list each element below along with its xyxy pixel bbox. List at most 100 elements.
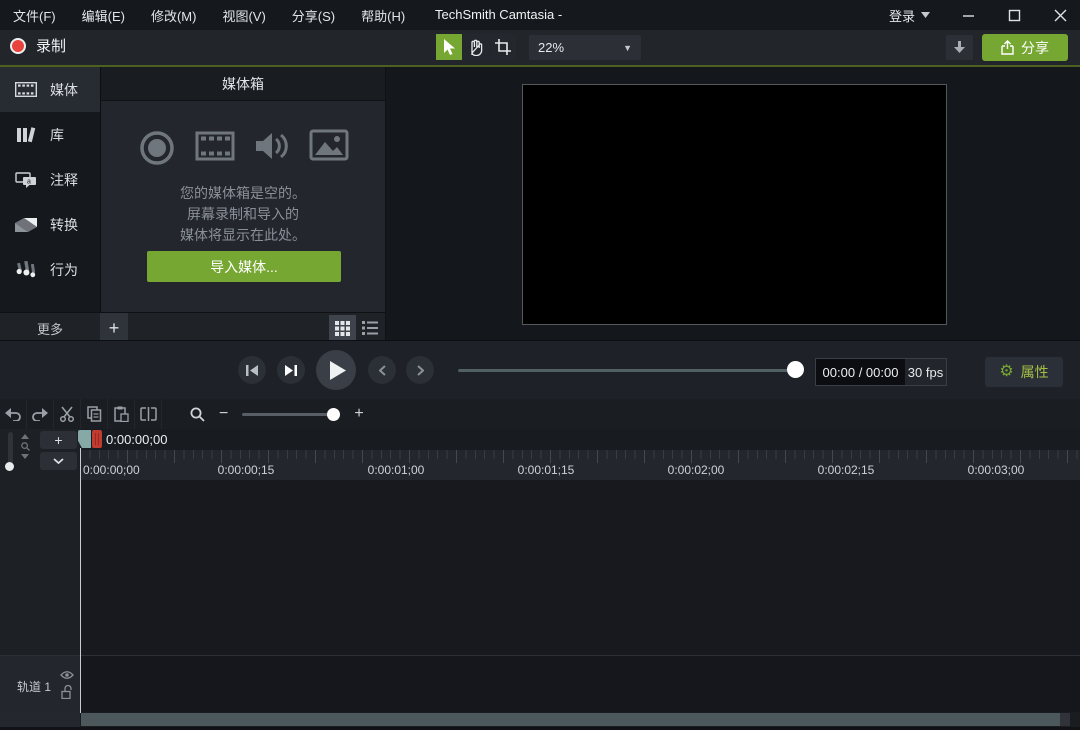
split-button[interactable] (135, 399, 162, 429)
filmstrip-icon (14, 82, 38, 97)
cut-button[interactable] (54, 399, 81, 429)
time-display[interactable]: 00:00 / 00:00 (816, 359, 905, 385)
menu-edit[interactable]: 编辑(E) (82, 6, 125, 25)
track1-label: 轨道 1 (17, 678, 51, 695)
toolbar: 录制 22% ▼ 分享 (0, 30, 1080, 67)
download-icon (954, 41, 965, 54)
menu-modify[interactable]: 修改(M) (151, 6, 197, 25)
menu-file[interactable]: 文件(F) (13, 6, 56, 25)
sidebar: 媒体 库 a 注释 (0, 67, 100, 312)
add-track-button[interactable]: + (40, 431, 77, 449)
pan-tool-button[interactable] (463, 34, 489, 60)
scrollbar-thumb[interactable] (81, 713, 1060, 726)
undo-button[interactable] (0, 399, 27, 429)
crop-icon (495, 39, 511, 55)
copy-icon (87, 406, 102, 422)
image-icon (309, 129, 349, 161)
sidebar-item-transitions[interactable]: 转换 (0, 202, 100, 247)
import-media-button[interactable]: 导入媒体... (147, 251, 341, 282)
play-icon (330, 361, 346, 380)
redo-icon (32, 408, 48, 421)
ruler-label: 0:00:01;00 (368, 463, 425, 477)
sidebar-item-media[interactable]: 媒体 (0, 67, 100, 112)
menu-bar: 文件(F) 编辑(E) 修改(M) 视图(V) 分享(S) 帮助(H) Tech… (0, 0, 1080, 30)
sidebar-label-annotations: 注释 (50, 170, 78, 190)
track1-lane[interactable] (80, 655, 1080, 712)
track-lock-toggle[interactable] (61, 685, 72, 699)
sidebar-label-media: 媒体 (50, 80, 78, 100)
menu-view[interactable]: 视图(V) (222, 6, 265, 25)
window-title: TechSmith Camtasia - (435, 7, 562, 22)
share-label: 分享 (1021, 38, 1049, 58)
maximize-button[interactable] (1006, 7, 1022, 23)
timeline-empty-area[interactable] (80, 480, 1080, 655)
chevron-down-icon (53, 458, 64, 464)
svg-text:a: a (27, 178, 31, 185)
play-button[interactable] (316, 350, 356, 390)
sidebar-item-library[interactable]: 库 (0, 112, 100, 157)
playhead[interactable] (78, 430, 102, 448)
playhead-row[interactable] (80, 429, 1080, 450)
preview-canvas[interactable] (522, 84, 947, 325)
track-options-button[interactable] (40, 452, 77, 470)
callout-icon: a (14, 172, 38, 188)
fps-display[interactable]: 30 fps (905, 359, 946, 385)
share-icon (1001, 40, 1014, 55)
login-menu[interactable]: 登录 (889, 6, 930, 25)
canvas-zoom-dropdown[interactable]: 22% ▼ (529, 35, 641, 60)
list-view-button[interactable] (356, 315, 383, 342)
sidebar-label-library: 库 (50, 125, 64, 145)
arrow-down-icon[interactable] (21, 454, 29, 459)
seek-slider-thumb[interactable] (787, 361, 804, 378)
crop-tool-button[interactable] (490, 34, 516, 60)
track-height-thumb[interactable] (5, 462, 14, 471)
sidebar-label-behaviors: 行为 (50, 260, 78, 280)
chevron-down-icon: ▼ (623, 43, 632, 53)
scissors-icon (59, 406, 75, 422)
record-circle-icon (138, 129, 176, 167)
next-frame-button[interactable] (277, 356, 305, 384)
close-button[interactable] (1052, 7, 1068, 23)
panel-bottom-bar: 更多 + (0, 312, 385, 343)
arrow-up-icon[interactable] (21, 434, 29, 439)
sidebar-item-annotations[interactable]: a 注释 (0, 157, 100, 202)
timeline-zoom-slider[interactable] (242, 413, 340, 416)
minimize-button[interactable] (960, 7, 976, 23)
gear-icon: ⚙ (999, 364, 1013, 380)
cursor-icon (442, 39, 457, 56)
share-button[interactable]: 分享 (982, 34, 1068, 61)
add-media-button[interactable]: + (100, 313, 128, 344)
playhead-out-handle[interactable] (92, 430, 102, 448)
paste-button[interactable] (108, 399, 135, 429)
canvas-zoom-value: 22% (538, 40, 564, 55)
track-visibility-toggle[interactable] (60, 670, 74, 680)
timeline-left-controls: + (0, 429, 80, 480)
redo-button[interactable] (27, 399, 54, 429)
chevron-down-icon (921, 12, 930, 18)
properties-label: 属性 (1021, 362, 1049, 382)
next-clip-button[interactable] (406, 356, 434, 384)
playhead-in-handle[interactable] (78, 430, 91, 448)
timeline-ruler[interactable]: 0:00:00;00 0:00:00;15 0:00:01;00 0:00:01… (80, 450, 1080, 480)
menu-help[interactable]: 帮助(H) (361, 6, 405, 25)
grid-view-button[interactable] (329, 315, 356, 342)
previous-frame-button[interactable] (238, 356, 266, 384)
paste-icon (114, 406, 129, 422)
export-download-button[interactable] (946, 35, 973, 60)
timeline-zoom-icon[interactable] (190, 407, 205, 422)
playhead-stem[interactable] (80, 448, 81, 713)
zoom-in-button[interactable]: + (354, 405, 363, 423)
sidebar-item-behaviors[interactable]: 行为 (0, 247, 100, 292)
copy-button[interactable] (81, 399, 108, 429)
record-button[interactable]: 录制 (10, 35, 66, 56)
seek-slider[interactable] (458, 369, 802, 372)
menu-share[interactable]: 分享(S) (292, 6, 335, 25)
sidebar-more-button[interactable]: 更多 (0, 319, 100, 338)
select-tool-button[interactable] (436, 34, 462, 60)
time-display-group: 00:00 / 00:00 30 fps (815, 358, 947, 386)
zoom-out-button[interactable]: − (219, 405, 228, 423)
previous-clip-button[interactable] (368, 356, 396, 384)
track1-header[interactable]: 轨道 1 (0, 655, 80, 712)
timeline-zoom-thumb[interactable] (327, 408, 340, 421)
properties-button[interactable]: ⚙ 属性 (985, 357, 1063, 387)
